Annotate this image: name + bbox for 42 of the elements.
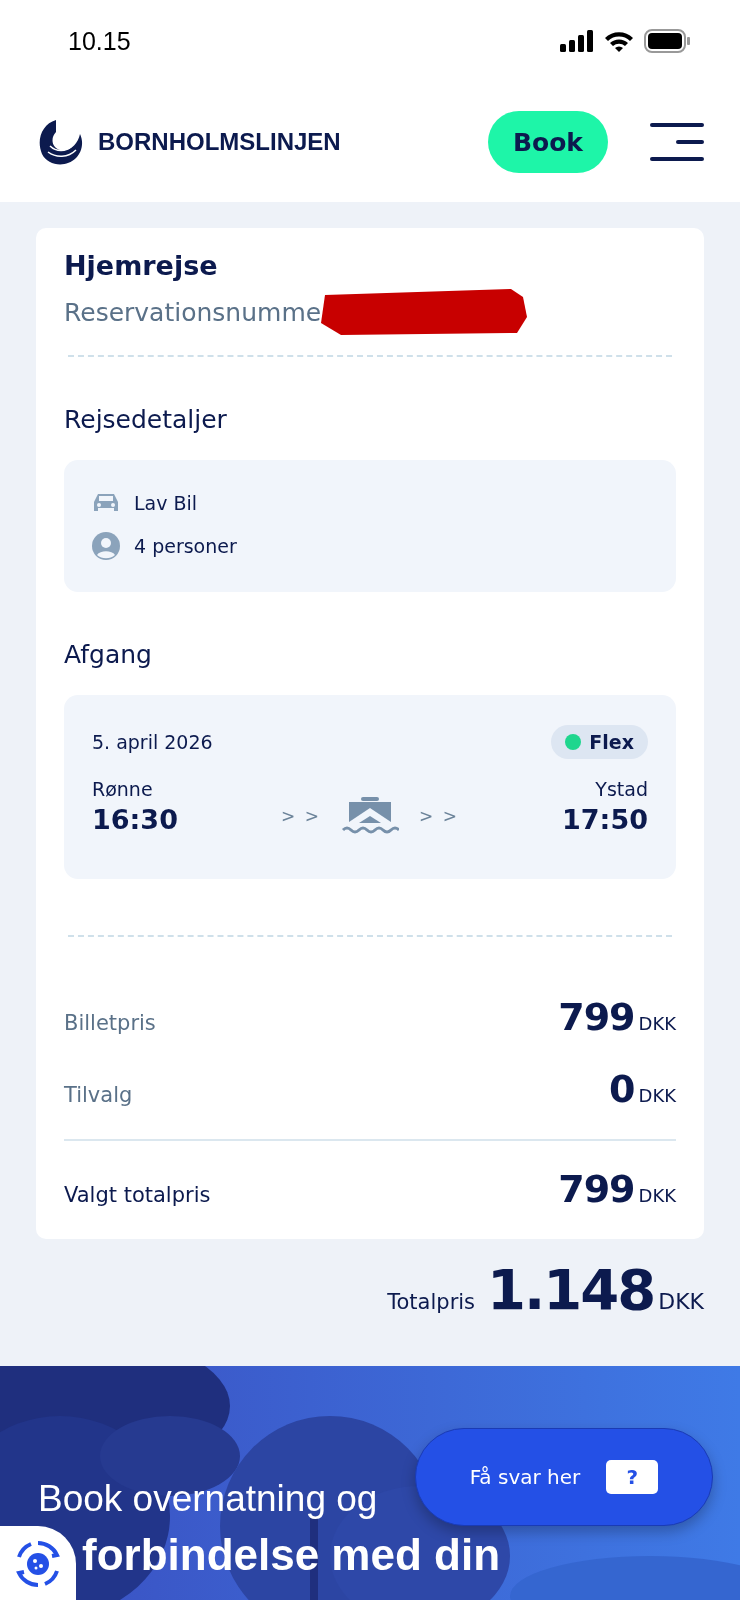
destination-place: Ystad — [595, 777, 648, 800]
brand-name: BORNHOLMSLINJEN — [98, 128, 342, 156]
total-label: Totalpris — [387, 1290, 476, 1314]
wifi-icon — [604, 30, 634, 52]
section-heading: Afgang — [64, 640, 153, 669]
section-heading: Rejsedetaljer — [64, 405, 228, 434]
currency-label: DKK — [638, 1185, 676, 1206]
trip-title: Hjemrejse — [64, 250, 219, 281]
status-time: 10.15 — [68, 26, 131, 56]
help-bubble-icon: ? — [606, 1460, 659, 1494]
price-label: Valgt totalpris — [64, 1183, 211, 1207]
reservation-label: Reservationsnumme — [64, 297, 322, 327]
book-button[interactable]: Book — [488, 111, 608, 173]
person-icon — [92, 532, 120, 560]
price-label: Tilvalg — [64, 1083, 133, 1107]
banner-heading: forbindelse med din — [82, 1530, 501, 1580]
arrival-time: 17:50 — [562, 803, 648, 835]
arrows-text: > > — [419, 806, 459, 826]
cookie-icon — [13, 1539, 63, 1589]
arrows-text: > > — [281, 806, 321, 826]
origin-place: Rønne — [92, 777, 154, 800]
departure-time: 16:30 — [92, 803, 178, 835]
detail-text: 4 personer — [134, 535, 237, 557]
menu-icon[interactable] — [650, 123, 704, 161]
banner-text: Book overnatning og — [38, 1478, 378, 1520]
price-amount: 799 — [558, 1167, 635, 1211]
price-label: Billetpris — [64, 1011, 156, 1035]
signal-icon — [560, 30, 594, 52]
chat-button[interactable]: Få svar her ? — [415, 1428, 713, 1526]
fare-label: Flex — [589, 731, 634, 753]
price-amount: 0 — [609, 1067, 635, 1111]
detail-text: Lav Bil — [134, 492, 198, 514]
price-amount: 799 — [558, 995, 635, 1039]
currency-label: DKK — [638, 1013, 676, 1034]
car-icon — [92, 492, 120, 514]
departure-date: 5. april 2026 — [92, 731, 213, 753]
ferry-icon — [341, 797, 399, 835]
cookie-settings-button[interactable] — [0, 1526, 76, 1600]
currency-label: DKK — [638, 1085, 676, 1106]
currency-label: DKK — [658, 1289, 704, 1314]
total-amount: 1.148 — [487, 1257, 655, 1322]
battery-icon — [644, 29, 690, 53]
